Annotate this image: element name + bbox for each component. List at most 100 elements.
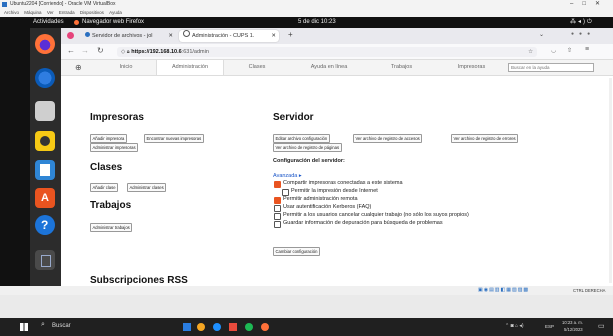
vbox-menu-bar: Archivo Máquina Ver Entrada Dispositivos… xyxy=(0,9,613,17)
software-icon[interactable]: A xyxy=(35,188,55,208)
tray-time[interactable]: 10:23 a. m. xyxy=(562,320,583,325)
clock[interactable]: 5 de dic 10:23 xyxy=(298,17,336,28)
pocket-icon[interactable]: ◡ xyxy=(551,47,556,54)
view-page-log-button[interactable]: Ver archivo de registro de páginas xyxy=(273,143,342,152)
taskbar-spotify-icon[interactable] xyxy=(245,323,253,331)
option-checkbox[interactable] xyxy=(274,205,281,212)
shield-icon[interactable]: ◇ xyxy=(121,49,125,55)
tray-date[interactable]: 5/12/2023 xyxy=(564,327,583,332)
system-tray-icons[interactable]: ⁂◂)⏻ xyxy=(570,17,594,28)
change-settings-button[interactable]: Cambiar configuración xyxy=(273,247,320,256)
manage-printers-button[interactable]: Administrar impresoras xyxy=(90,143,139,152)
tab-close-icon[interactable]: ✕ xyxy=(168,30,173,42)
vbox-menu-maquina[interactable]: Máquina xyxy=(24,10,41,15)
option-label: Permitir a los usuarios cancelar cualqui… xyxy=(283,212,469,218)
minimize-icon[interactable]: – xyxy=(570,1,582,7)
nav-impresoras[interactable]: Impresoras xyxy=(444,60,499,75)
tab-favicon-icon xyxy=(85,32,90,37)
vbox-window-controls[interactable]: –□✕ xyxy=(570,0,609,9)
edit-config-button[interactable]: Editar archivo configuración xyxy=(273,134,330,143)
nav-ayuda[interactable]: Ayuda en línea xyxy=(294,60,364,75)
files-icon[interactable] xyxy=(35,101,55,121)
writer-icon[interactable] xyxy=(35,160,55,180)
taskbar-explorer-icon[interactable] xyxy=(183,323,191,331)
url-bar[interactable]: ◇ 🔒︎ https://192.168.10.6:631/admin ☆ xyxy=(117,47,537,57)
maximize-icon[interactable]: □ xyxy=(582,1,595,7)
scrollbar[interactable] xyxy=(609,78,612,283)
share-icon[interactable]: ⇧ xyxy=(567,47,572,54)
tab-administracion-cups[interactable]: Administración - CUPS 1. ✕ xyxy=(179,30,279,42)
option-label: Usar autentificación Kerberos (FAQ) xyxy=(283,204,372,210)
nav-clases[interactable]: Clases xyxy=(237,60,277,75)
bookmark-star-icon[interactable]: ☆ xyxy=(528,47,533,57)
taskbar-search-label[interactable]: Buscar xyxy=(52,323,71,329)
taskbar-vscode-icon[interactable] xyxy=(229,323,237,331)
trash-icon[interactable] xyxy=(35,250,55,270)
help-icon[interactable]: ? xyxy=(35,215,55,235)
rhythmbox-icon[interactable] xyxy=(35,131,55,151)
notifications-icon[interactable]: ▭ xyxy=(598,322,605,330)
ff-close-icon[interactable]: ● xyxy=(587,31,595,37)
ff-minimize-icon[interactable]: ● xyxy=(571,31,579,37)
add-class-button[interactable]: Añadir clase xyxy=(90,183,119,192)
new-tab-button[interactable]: + xyxy=(288,30,293,39)
windows-start-icon[interactable] xyxy=(20,323,28,331)
option-checkbox[interactable] xyxy=(274,181,281,188)
option-checkbox[interactable] xyxy=(274,213,281,220)
advanced-link[interactable]: Avanzada ▸ xyxy=(273,173,302,179)
tab-servidor-archivos[interactable]: Servidor de archivos - jol ✕ xyxy=(81,30,176,42)
find-printers-button[interactable]: Encontrar nuevas impresoras xyxy=(144,134,204,143)
option-checkbox[interactable] xyxy=(274,197,281,204)
active-app-name[interactable]: Navegador web Firefox xyxy=(82,17,144,28)
ff-maximize-icon[interactable]: ● xyxy=(579,31,587,37)
back-icon[interactable]: ← xyxy=(67,46,75,55)
forward-icon[interactable]: → xyxy=(81,46,89,55)
option-checkbox[interactable] xyxy=(274,221,281,228)
search-help-input[interactable] xyxy=(508,63,594,72)
impresoras-heading: Impresoras xyxy=(90,112,144,123)
tray-language[interactable]: ESP xyxy=(545,324,554,329)
nav-inicio[interactable]: Inicio xyxy=(107,60,145,75)
lock-icon[interactable]: 🔒︎ xyxy=(127,49,130,55)
network-icon: ⁂ xyxy=(570,19,578,25)
host-key-label: CTRL DERECHA xyxy=(573,288,606,293)
vbox-menu-dispositivos[interactable]: Dispositivos xyxy=(80,10,104,15)
view-access-log-button[interactable]: Ver archivo de registro de accesos xyxy=(353,134,423,143)
trabajos-heading: Trabajos xyxy=(90,200,132,211)
firefox-icon[interactable] xyxy=(35,34,55,54)
thunderbird-icon[interactable] xyxy=(35,68,55,88)
manage-jobs-button[interactable]: Administrar trabajos xyxy=(90,223,133,232)
cups-logo-icon[interactable]: ⊕ xyxy=(75,63,82,72)
taskbar-search-icon[interactable]: ⌕ xyxy=(41,321,45,329)
vbox-status-icons[interactable]: ▣◉▤▥◧▦▧▨▩ xyxy=(478,287,529,293)
taskbar-edge-icon[interactable] xyxy=(197,323,205,331)
option-label: Permitir administración remota xyxy=(283,196,358,202)
tab-close-icon[interactable]: ✕ xyxy=(271,30,276,42)
vm-left-margin xyxy=(0,17,30,286)
vbox-menu-archivo[interactable]: Archivo xyxy=(4,10,19,15)
tray-icons[interactable]: ⌃ ◙ ⌂ ◂) xyxy=(505,323,524,329)
view-error-log-button[interactable]: Ver archivo de registro de errores xyxy=(451,134,519,143)
window-controls[interactable]: ●●● xyxy=(571,31,595,37)
activities-button[interactable]: Actividades xyxy=(33,17,64,28)
nav-trabajos[interactable]: Trabajos xyxy=(379,60,424,75)
taskbar-chrome-icon[interactable] xyxy=(213,323,221,331)
url-path: :631/admin xyxy=(181,49,209,55)
vbox-menu-ayuda[interactable]: Ayuda xyxy=(109,10,122,15)
tab-list-chevron-icon[interactable]: ⌄ xyxy=(539,31,544,38)
nav-administracion[interactable]: Administración xyxy=(156,60,224,75)
cups-nav-bar: ⊕ Inicio Administración Clases Ayuda en … xyxy=(61,60,613,76)
close-icon[interactable]: ✕ xyxy=(595,1,609,7)
vbox-menu-entrada[interactable]: Entrada xyxy=(59,10,75,15)
taskbar-app-icon[interactable] xyxy=(261,323,269,331)
add-printer-button[interactable]: Añadir impresora xyxy=(90,134,127,143)
option-checkbox[interactable] xyxy=(282,189,289,196)
manage-classes-button[interactable]: Administrar clases xyxy=(127,183,167,192)
vbox-status-bar: ▣◉▤▥◧▦▧▨▩ CTRL DERECHA xyxy=(0,286,613,295)
firefox-view-icon[interactable] xyxy=(67,32,74,39)
gnome-dock: A ? xyxy=(30,28,61,286)
reload-icon[interactable]: ↻ xyxy=(97,46,104,55)
menu-icon[interactable]: ≡ xyxy=(585,46,589,53)
gnome-top-bar: Actividades Navegador web Firefox 5 de d… xyxy=(30,17,613,28)
vbox-menu-ver[interactable]: Ver xyxy=(47,10,54,15)
